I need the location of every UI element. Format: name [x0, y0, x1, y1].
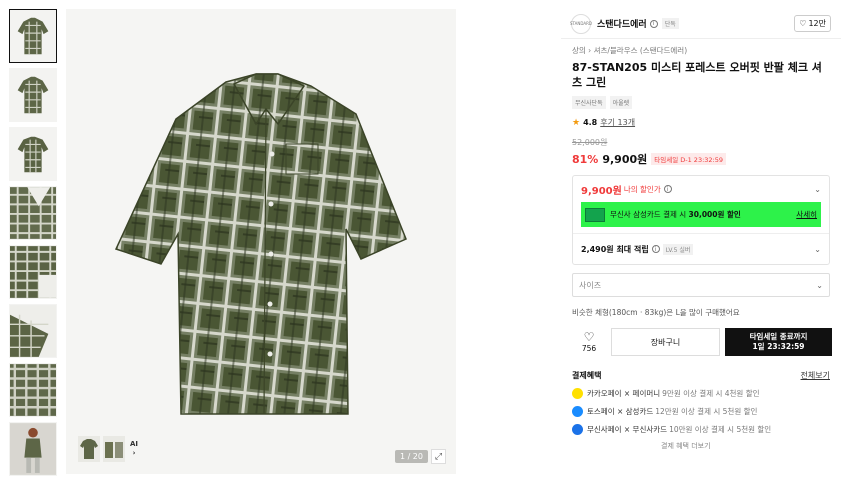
buy-button-line1: 타임세일 종료까지: [749, 332, 808, 341]
kakaopay-icon: [572, 388, 583, 399]
timesale-badge: 타임세일 D-1 23:32:59: [651, 153, 726, 165]
benefit-box: 9,900원 나의 할인가 i ⌄ 무신사 삼성카드 결제 시 30,000원 …: [572, 175, 830, 265]
size-select[interactable]: 사이즈 ⌄: [572, 273, 830, 297]
thumbnail-6[interactable]: [9, 304, 57, 358]
brand-logo[interactable]: STANDARD: [570, 13, 592, 34]
promo-detail-link[interactable]: 사세히: [796, 209, 817, 220]
product-title: 87-STAN205 미스티 포레스트 오버핏 반팔 체크 셔츠 그린: [572, 61, 822, 89]
breadcrumb[interactable]: 상의 › 셔츠/블라우스 (스탠다드에러): [572, 45, 841, 56]
ai-label: AI: [130, 440, 139, 448]
brand-like-count: 12만: [808, 19, 826, 28]
payment-item-detail: 9만원 이상 결제 시 4천원 할인: [662, 389, 760, 398]
product-like-count: 756: [581, 344, 597, 353]
cart-button[interactable]: 장바구니: [611, 328, 720, 356]
product-like-button[interactable]: ♡ 756: [572, 330, 606, 354]
chevron-down-icon: ⌄: [816, 280, 823, 290]
card-promo-banner[interactable]: 무신사 삼성카드 결제 시 30,000원 할인 사세히: [581, 202, 821, 227]
brand-name[interactable]: 스탠다드에러: [597, 17, 647, 30]
points-row[interactable]: 2,490원 최대 적립 i LV.5 실버 ⌄: [573, 234, 829, 264]
promo-text: 무신사 삼성카드 결제 시 30,000원 할인: [610, 210, 741, 219]
product-info-panel: STANDARD 스탠다드에러 i 단독 ♡ 12만 상의 › 셔츠/블라우스 …: [561, 9, 841, 451]
payment-benefits-header: 결제혜택 전체보기: [572, 370, 830, 381]
review-link[interactable]: 후기 13개: [600, 117, 635, 128]
sale-price: 9,900원: [602, 153, 648, 166]
musinsapay-icon: [572, 424, 583, 435]
rating: ★ 4.8 후기 13개: [572, 117, 841, 128]
heart-icon: ♡: [583, 330, 595, 344]
tag-outlet: 아울렛: [609, 96, 633, 109]
thumbnail-8[interactable]: [9, 422, 57, 476]
buy-button[interactable]: 타임세일 종료까지 1일 23:32:59: [725, 328, 832, 356]
chevron-right-icon: ›: [132, 449, 136, 457]
ai-fitting-button[interactable]: AI ›: [130, 440, 138, 458]
star-icon: ★: [572, 117, 581, 128]
info-icon[interactable]: i: [663, 185, 672, 193]
thumbnail-5[interactable]: [9, 245, 57, 299]
info-icon[interactable]: i: [649, 19, 658, 28]
purchase-actions: ♡ 756 장바구니 타임세일 종료까지 1일 23:32:59: [572, 328, 841, 356]
fit-recommendation: 비슷한 체형(180cm · 83kg)은 L을 많이 구매했어요: [572, 308, 740, 317]
level-tag: LV.5 실버: [662, 243, 694, 255]
info-icon[interactable]: i: [651, 245, 660, 253]
payment-item-detail: 10만원 이상 결제 시 5천원 할인: [669, 425, 772, 434]
product-tags: 무신사단독 아울렛: [572, 96, 841, 109]
thumbnail-4[interactable]: [9, 186, 57, 240]
payment-more-link[interactable]: 결제 혜택 더보기: [661, 441, 841, 451]
rating-score: 4.8: [583, 118, 598, 127]
color-variants: AI ›: [78, 436, 138, 462]
payment-item-tosspay: 토스페이 × 삼성카드 12만원 이상 결제 시 5천원 할인: [572, 406, 841, 417]
original-price: 52,000원: [572, 138, 608, 147]
chevron-down-icon: ⌄: [814, 244, 821, 254]
discount-rate: 81%: [572, 152, 599, 166]
image-counter: 1 / 20: [394, 450, 428, 463]
main-product-image[interactable]: AI › 1 / 20 ⤢: [66, 9, 456, 474]
tosspay-icon: [572, 406, 583, 417]
heart-icon: ♡: [799, 19, 807, 28]
variant-green[interactable]: [78, 436, 100, 462]
thumbnail-1[interactable]: [9, 9, 57, 63]
thumbnail-list: [9, 9, 57, 481]
payment-item-label: 무신사페이 × 무신사카드: [587, 425, 668, 434]
brand-like-button[interactable]: ♡ 12만: [794, 15, 831, 32]
thumbnail-7[interactable]: [9, 363, 57, 417]
payment-item-label: 토스페이 × 삼성카드: [587, 407, 654, 416]
tag-musinsa-exclusive: 무신사단독: [572, 96, 606, 109]
payment-benefits-title: 결제혜택: [572, 371, 602, 380]
brand-row: STANDARD 스탠다드에러 i 단독 ♡ 12만: [561, 9, 841, 39]
card-image: [585, 207, 605, 222]
shirt-image: [114, 73, 407, 415]
expand-icon[interactable]: ⤢: [431, 449, 446, 464]
my-price-row[interactable]: 9,900원 나의 할인가 i ⌄: [573, 176, 829, 202]
buy-button-line2: 1일 23:32:59: [752, 342, 805, 351]
points-label: 2,490원 최대 적립: [581, 244, 649, 254]
exclusive-tag: 단독: [661, 18, 679, 29]
payment-item-detail: 12만원 이상 결제 시 5천원 할인: [655, 407, 758, 416]
payment-item-label: 카카오페이 × 페이머니: [587, 389, 661, 398]
payment-item-musinsapay: 무신사페이 × 무신사카드 10만원 이상 결제 시 5천원 할인: [572, 424, 841, 435]
price-row: 81% 9,900원 타임세일 D-1 23:32:59: [572, 151, 841, 167]
payment-item-kakaopay: 카카오페이 × 페이머니 9만원 이상 결제 시 4천원 할인: [572, 388, 841, 399]
my-price-label: 나의 할인가: [623, 184, 661, 194]
view-all-link[interactable]: 전체보기: [801, 370, 830, 381]
my-price: 9,900원: [581, 185, 622, 197]
chevron-down-icon: ⌄: [814, 184, 821, 194]
thumbnail-2[interactable]: [9, 68, 57, 122]
thumbnail-3[interactable]: [9, 127, 57, 181]
size-select-placeholder: 사이즈: [579, 280, 602, 290]
variant-multi[interactable]: [103, 436, 125, 462]
